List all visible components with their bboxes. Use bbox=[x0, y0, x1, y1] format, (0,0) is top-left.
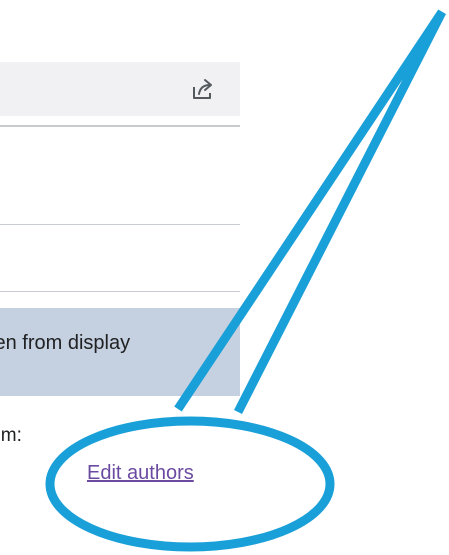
divider bbox=[0, 291, 240, 292]
page: e hidden from display ble from: Edit aut… bbox=[0, 0, 449, 555]
edit-authors-link[interactable]: Edit authors bbox=[87, 462, 194, 485]
share-icon[interactable] bbox=[188, 75, 216, 103]
notice-banner: e hidden from display bbox=[0, 308, 240, 396]
divider bbox=[0, 224, 240, 225]
divider bbox=[0, 125, 240, 127]
available-from-label: ble from: bbox=[0, 425, 22, 446]
share-bar bbox=[0, 62, 240, 116]
notice-text: e hidden from display bbox=[0, 332, 131, 354]
